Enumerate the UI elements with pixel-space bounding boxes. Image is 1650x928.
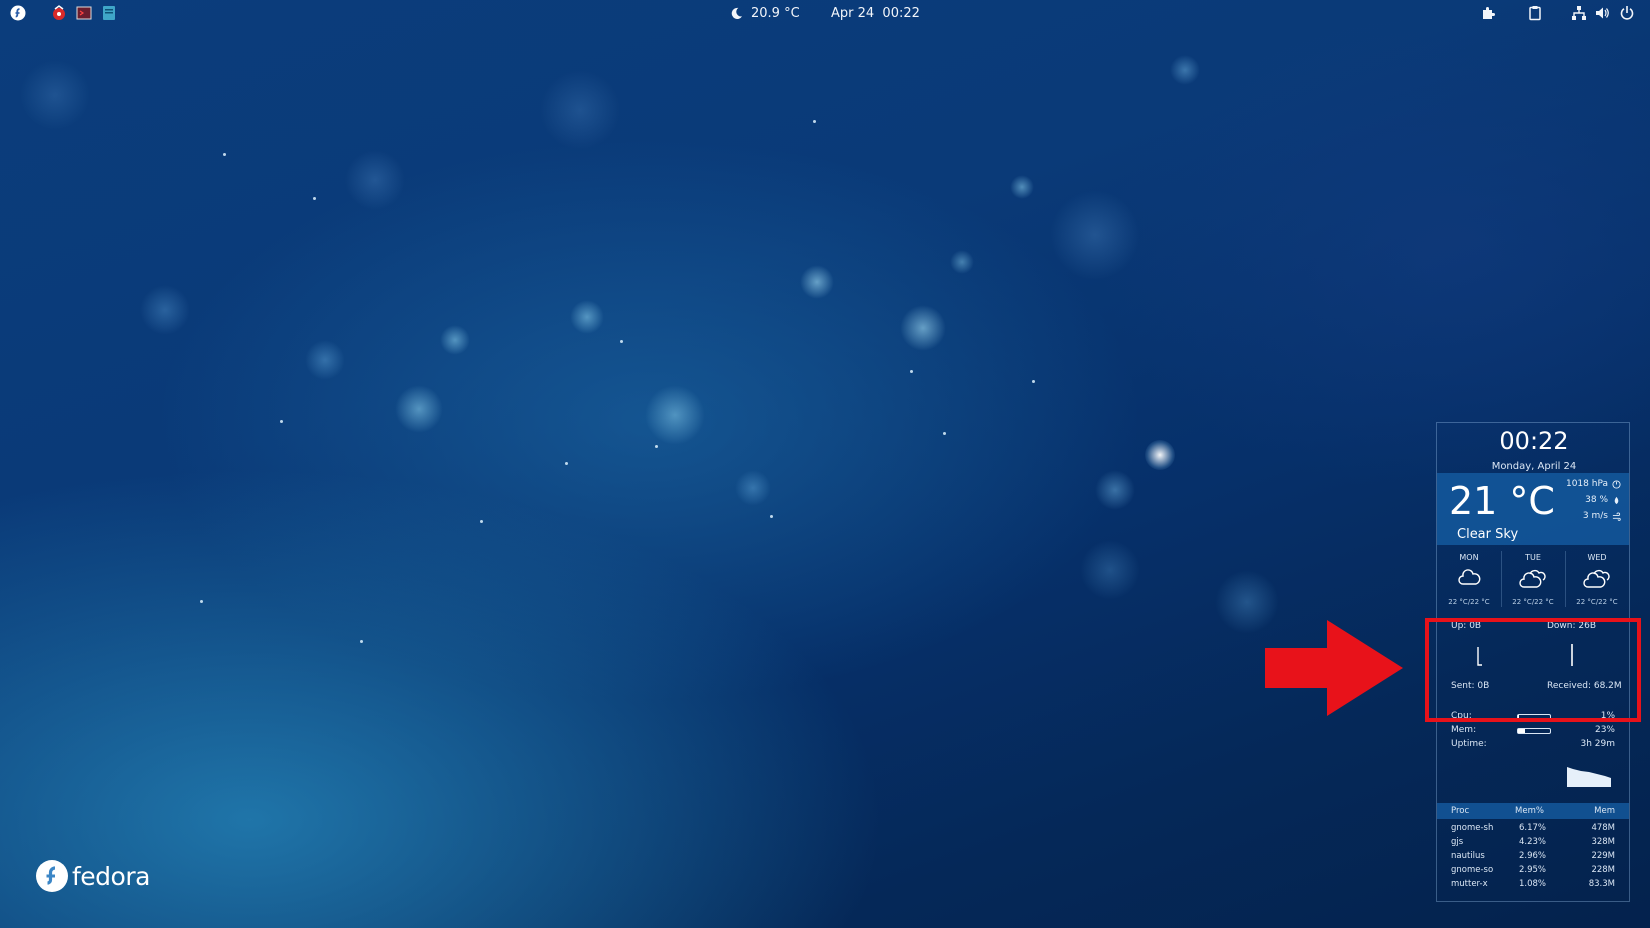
extensions-icon[interactable] [1480, 5, 1496, 21]
forecast-day-label: WED [1587, 553, 1607, 562]
uptime-label: Uptime: [1451, 739, 1487, 749]
proc-mem-pct: 4.23% [1519, 837, 1547, 847]
mem-value: 23% [1594, 725, 1615, 735]
wind-row: 3 m/s [1583, 511, 1621, 521]
forecast-temps: 22 °C/22 °C [1448, 598, 1490, 605]
clipboard-icon[interactable] [1527, 5, 1543, 21]
col-header-mem: Mem [1594, 806, 1615, 816]
fedora-activities-icon[interactable] [10, 5, 26, 21]
mem-label: Mem: [1451, 725, 1477, 735]
weather-indicator[interactable]: 20.9 °C [730, 0, 800, 26]
top-bar: 20.9 °C Apr 24 00:22 [0, 0, 1650, 26]
proc-mem: 229M [1591, 851, 1615, 861]
widget-clock: 00:22 [1499, 427, 1569, 455]
mem-bar [1517, 728, 1551, 734]
forecast-day-tue: TUE 22 °C/22 °C [1501, 547, 1565, 605]
proc-name: gnome-sh [1451, 823, 1494, 833]
proc-mem: 478M [1591, 823, 1615, 833]
clouds-icon [1565, 568, 1629, 592]
humidity-icon [1614, 496, 1619, 504]
clouds-icon [1501, 568, 1565, 592]
proc-mem-pct: 6.17% [1519, 823, 1547, 833]
proc-mem-pct: 2.96% [1519, 851, 1547, 861]
fedora-wordmark: fedora [72, 861, 150, 891]
proc-name: gnome-so [1451, 865, 1494, 875]
cpu-history-graph [1567, 767, 1611, 787]
proc-mem: 228M [1591, 865, 1615, 875]
annotation-highlight-box [1425, 618, 1641, 722]
proc-mem-pct: 1.08% [1519, 879, 1547, 889]
humidity-value: 38 % [1585, 495, 1608, 505]
proc-name: nautilus [1451, 851, 1485, 861]
network-icon[interactable] [1571, 5, 1587, 21]
forecast-day-label: MON [1459, 553, 1479, 562]
fedora-logo: fedora [36, 860, 150, 892]
process-table-header: Proc Mem% Mem [1437, 803, 1629, 819]
volume-icon[interactable] [1594, 5, 1610, 21]
wind-icon [1612, 511, 1621, 521]
wind-value: 3 m/s [1582, 511, 1608, 521]
proc-mem-pct: 2.95% [1519, 865, 1547, 875]
app-icon-3[interactable] [101, 5, 117, 21]
forecast-day-wed: WED 22 °C/22 °C [1565, 547, 1629, 605]
annotation-arrow [1265, 620, 1403, 716]
weather-condition: Clear Sky [1457, 527, 1519, 542]
proc-name: gjs [1451, 837, 1464, 847]
proc-mem: 83.3M [1588, 879, 1615, 889]
app-icon-2[interactable] [76, 5, 92, 21]
widget-date: Monday, April 24 [1491, 461, 1577, 472]
proc-mem: 328M [1591, 837, 1615, 847]
forecast-temps: 22 °C/22 °C [1576, 598, 1618, 605]
pressure-icon [1612, 479, 1621, 489]
fedora-logo-icon [36, 860, 68, 892]
col-header-mem-pct: Mem% [1515, 806, 1544, 816]
cloud-icon [1437, 568, 1501, 592]
clock-indicator[interactable]: Apr 24 00:22 [831, 0, 920, 26]
pressure-row: 1018 hPa [1566, 479, 1621, 489]
proc-name: mutter-x [1451, 879, 1488, 889]
moon-icon [731, 7, 743, 19]
weather-panel: 21 °C Clear Sky 1018 hPa 38 % 3 m/s [1437, 473, 1629, 545]
process-table: Proc Mem% Mem gnome-sh 6.17% 478M gjs 4.… [1437, 803, 1629, 903]
app-icon-1[interactable] [51, 5, 67, 21]
forecast-temps: 22 °C/22 °C [1512, 598, 1554, 605]
uptime-value: 3h 29m [1580, 739, 1615, 749]
power-icon[interactable] [1619, 5, 1635, 21]
forecast-day-label: TUE [1525, 553, 1541, 562]
humidity-row: 38 % [1585, 495, 1621, 505]
pressure-value: 1018 hPa [1565, 479, 1608, 489]
weather-temperature: 21 °C [1449, 479, 1555, 523]
forecast-row: MON 22 °C/22 °C TUE 22 °C/22 °C WED 22 °… [1437, 547, 1629, 609]
col-header-proc: Proc [1451, 806, 1470, 816]
weather-temp-label: 20.9 °C [751, 5, 800, 21]
forecast-day-mon: MON 22 °C/22 °C [1437, 547, 1501, 605]
date-time-label: Apr 24 00:22 [831, 5, 920, 21]
